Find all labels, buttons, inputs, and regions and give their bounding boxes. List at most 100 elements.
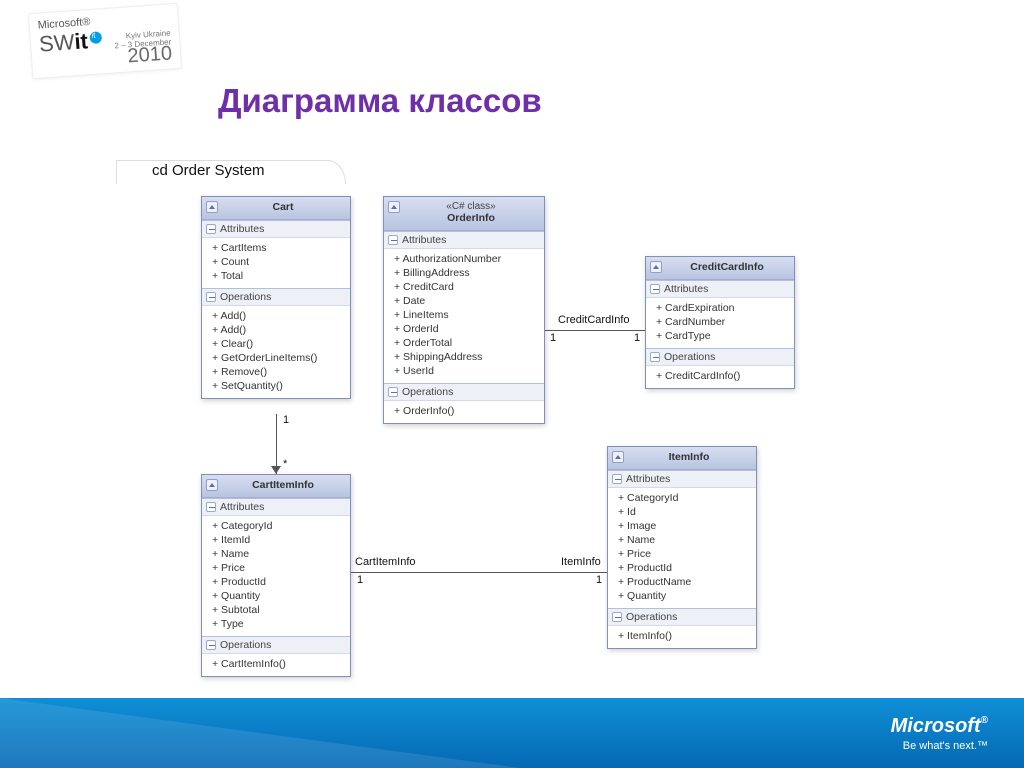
collapse-icon	[612, 451, 624, 463]
class-cart-attrs: + CartItems+ Count+ Total	[202, 238, 350, 288]
list-item: + GetOrderLineItems()	[212, 351, 346, 365]
list-item: + UserId	[394, 364, 540, 378]
card-1: 1	[634, 332, 640, 344]
assoc-cartitem-iteminfo	[351, 572, 607, 573]
list-item: + Count	[212, 255, 346, 269]
minus-icon	[206, 502, 216, 512]
list-item: + Price	[212, 561, 346, 575]
list-item: + CardNumber	[656, 315, 790, 329]
list-item: + OrderInfo()	[394, 404, 540, 418]
list-item: + OrderId	[394, 322, 540, 336]
badge-it: it	[74, 28, 89, 54]
footer-decoration	[0, 698, 520, 768]
slide-title: Диаграмма классов	[218, 82, 542, 120]
list-item: + Type	[212, 617, 346, 631]
microsoft-logo: Microsoft®	[891, 715, 988, 738]
list-item: + Quantity	[618, 589, 752, 603]
class-orderinfo-stereo: «C# class»	[404, 201, 538, 212]
class-iteminfo-attrs: + CategoryId+ Id+ Image+ Name+ Price+ Pr…	[608, 488, 756, 608]
list-item: + CreditCardInfo()	[656, 369, 790, 383]
badge-sw: SW	[38, 29, 75, 56]
class-cartitem-attrs: + CategoryId+ ItemId+ Name+ Price+ Produ…	[202, 516, 350, 636]
class-iteminfo-ops: + ItemInfo()	[608, 626, 756, 648]
list-item: + ProductName	[618, 575, 752, 589]
class-creditcard: CreditCardInfo Attributes + CardExpirati…	[645, 256, 795, 389]
list-item: + LineItems	[394, 308, 540, 322]
list-item: + CartItems	[212, 241, 346, 255]
list-item: + ItemId	[212, 533, 346, 547]
class-iteminfo: ItemInfo Attributes + CategoryId+ Id+ Im…	[607, 446, 757, 649]
list-item: + Remove()	[212, 365, 346, 379]
collapse-icon	[206, 201, 218, 213]
class-orderinfo: «C# class» OrderInfo Attributes + Author…	[383, 196, 545, 424]
class-orderinfo-ops: + OrderInfo()	[384, 401, 544, 423]
role-credit: CreditCardInfo	[558, 314, 630, 326]
role-iteminfo: ItemInfo	[561, 556, 601, 568]
minus-icon	[650, 352, 660, 362]
list-item: + Name	[212, 547, 346, 561]
list-item: + Subtotal	[212, 603, 346, 617]
list-item: + CreditCard	[394, 280, 540, 294]
card-1: 1	[596, 574, 602, 586]
list-item: + Add()	[212, 309, 346, 323]
card-1: 1	[357, 574, 363, 586]
assoc-cart-cartitem	[276, 414, 277, 474]
minus-icon	[388, 235, 398, 245]
role-cartitem: CartItemInfo	[355, 556, 416, 568]
list-item: + Price	[618, 547, 752, 561]
footer-bar: Microsoft® Be what's next.™	[0, 698, 1024, 768]
class-cart-ops: + Add()+ Add()+ Clear()+ GetOrderLineIte…	[202, 306, 350, 398]
list-item: + OrderTotal	[394, 336, 540, 350]
list-item: + Quantity	[212, 589, 346, 603]
collapse-icon	[650, 261, 662, 273]
list-item: + ItemInfo()	[618, 629, 752, 643]
class-creditcard-attrs: + CardExpiration+ CardNumber+ CardType	[646, 298, 794, 348]
class-creditcard-name: CreditCardInfo	[690, 261, 764, 273]
class-cart: Cart Attributes + CartItems+ Count+ Tota…	[201, 196, 351, 399]
list-item: + Clear()	[212, 337, 346, 351]
class-iteminfo-name: ItemInfo	[669, 451, 710, 463]
list-item: + Total	[212, 269, 346, 283]
card-1: 1	[283, 414, 289, 426]
collapse-icon	[206, 479, 218, 491]
list-item: + CardExpiration	[656, 301, 790, 315]
badge-dot-icon	[89, 31, 102, 44]
list-item: + Id	[618, 505, 752, 519]
class-cartitem-ops: + CartItemInfo()	[202, 654, 350, 676]
list-item: + SetQuantity()	[212, 379, 346, 393]
minus-icon	[388, 387, 398, 397]
card-1: 1	[550, 332, 556, 344]
minus-icon	[650, 284, 660, 294]
class-creditcard-ops: + CreditCardInfo()	[646, 366, 794, 388]
minus-icon	[206, 640, 216, 650]
list-item: + BillingAddress	[394, 266, 540, 280]
minus-icon	[612, 612, 622, 622]
arrow-down-icon	[271, 466, 281, 474]
minus-icon	[206, 292, 216, 302]
list-item: + CategoryId	[212, 519, 346, 533]
class-cart-name: Cart	[272, 201, 293, 213]
minus-icon	[612, 474, 622, 484]
list-item: + ProductId	[212, 575, 346, 589]
list-item: + ProductId	[618, 561, 752, 575]
minus-icon	[206, 224, 216, 234]
list-item: + CardType	[656, 329, 790, 343]
assoc-order-credit	[545, 330, 645, 331]
list-item: + Date	[394, 294, 540, 308]
collapse-icon	[388, 201, 400, 213]
card-star: *	[283, 458, 287, 470]
diagram-label: cd Order System	[152, 162, 265, 179]
list-item: + Image	[618, 519, 752, 533]
list-item: + CategoryId	[618, 491, 752, 505]
class-orderinfo-attrs: + AuthorizationNumber+ BillingAddress+ C…	[384, 249, 544, 383]
list-item: + ShippingAddress	[394, 350, 540, 364]
event-badge: Microsoft® SWit Kyiv Ukraine 2 – 3 Decem…	[28, 3, 182, 79]
list-item: + Add()	[212, 323, 346, 337]
footer-tagline: Be what's next.™	[891, 740, 988, 752]
class-orderinfo-name: OrderInfo	[447, 212, 495, 224]
list-item: + Name	[618, 533, 752, 547]
list-item: + CartItemInfo()	[212, 657, 346, 671]
class-cartitem: CartItemInfo Attributes + CategoryId+ It…	[201, 474, 351, 677]
class-cartitem-name: CartItemInfo	[252, 479, 314, 491]
list-item: + AuthorizationNumber	[394, 252, 540, 266]
